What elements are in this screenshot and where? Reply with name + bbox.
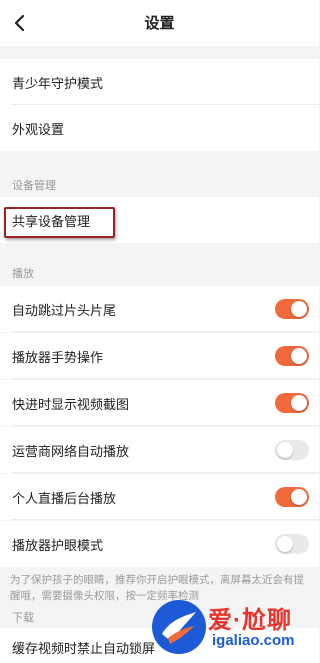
appearance-label: 外观设置: [12, 121, 65, 137]
skip-intro-label: 自动跳过片头片尾: [12, 302, 117, 318]
gesture-control-toggle[interactable]: [275, 346, 309, 366]
cache-lock-label: 缓存视频时禁止自动锁屏: [12, 641, 156, 656]
seek-preview-label: 快进时显示视频截图: [12, 396, 130, 412]
brand-name: 爱·尬聊: [208, 607, 292, 634]
eye-care-toggle[interactable]: [275, 534, 309, 554]
brand-logo-icon: [152, 600, 206, 654]
teen-mode-item[interactable]: 青少年守护模式: [0, 59, 319, 105]
toggle-knob: [291, 489, 307, 505]
highlight-box: [4, 207, 115, 238]
page-title: 设置: [144, 15, 175, 32]
seek-preview-item: 快进时显示视频截图: [0, 380, 319, 426]
row-divider: [12, 378, 319, 379]
row-divider: [12, 472, 319, 473]
brand-url: igaliao.com: [212, 632, 295, 649]
skip-intro-item: 自动跳过片头片尾: [0, 286, 319, 332]
toggle-knob: [291, 301, 307, 317]
live-background-item: 个人直播后台播放: [0, 474, 319, 520]
device-section-header: 设备管理: [12, 180, 56, 192]
toggle-knob: [277, 442, 293, 458]
gesture-control-item: 播放器手势操作: [0, 333, 319, 379]
cellular-autoplay-toggle[interactable]: [275, 440, 309, 460]
live-background-toggle[interactable]: [275, 487, 309, 507]
toggle-knob: [277, 536, 293, 552]
playback-section-header: 播放: [12, 268, 34, 280]
nav-bar: 设置: [0, 0, 319, 46]
download-section-header: 下载: [12, 612, 34, 624]
cellular-autoplay-label: 运营商网络自动播放: [12, 443, 130, 459]
cellular-autoplay-item: 运营商网络自动播放: [0, 427, 319, 473]
toggle-knob: [291, 348, 307, 364]
live-background-label: 个人直播后台播放: [12, 490, 117, 506]
appearance-item[interactable]: 外观设置: [0, 105, 319, 151]
toggle-knob: [291, 395, 307, 411]
eye-care-item: 播放器护眼模式: [0, 521, 319, 567]
teen-mode-label: 青少年守护模式: [12, 75, 104, 91]
watermark: 爱·尬聊 igaliao.com: [150, 598, 316, 660]
row-divider: [12, 425, 319, 426]
gesture-control-label: 播放器手势操作: [12, 349, 104, 365]
row-divider: [12, 331, 319, 332]
skip-intro-toggle[interactable]: [275, 299, 309, 319]
seek-preview-toggle[interactable]: [275, 393, 309, 413]
row-divider: [12, 519, 319, 520]
eye-care-label: 播放器护眼模式: [12, 537, 104, 553]
